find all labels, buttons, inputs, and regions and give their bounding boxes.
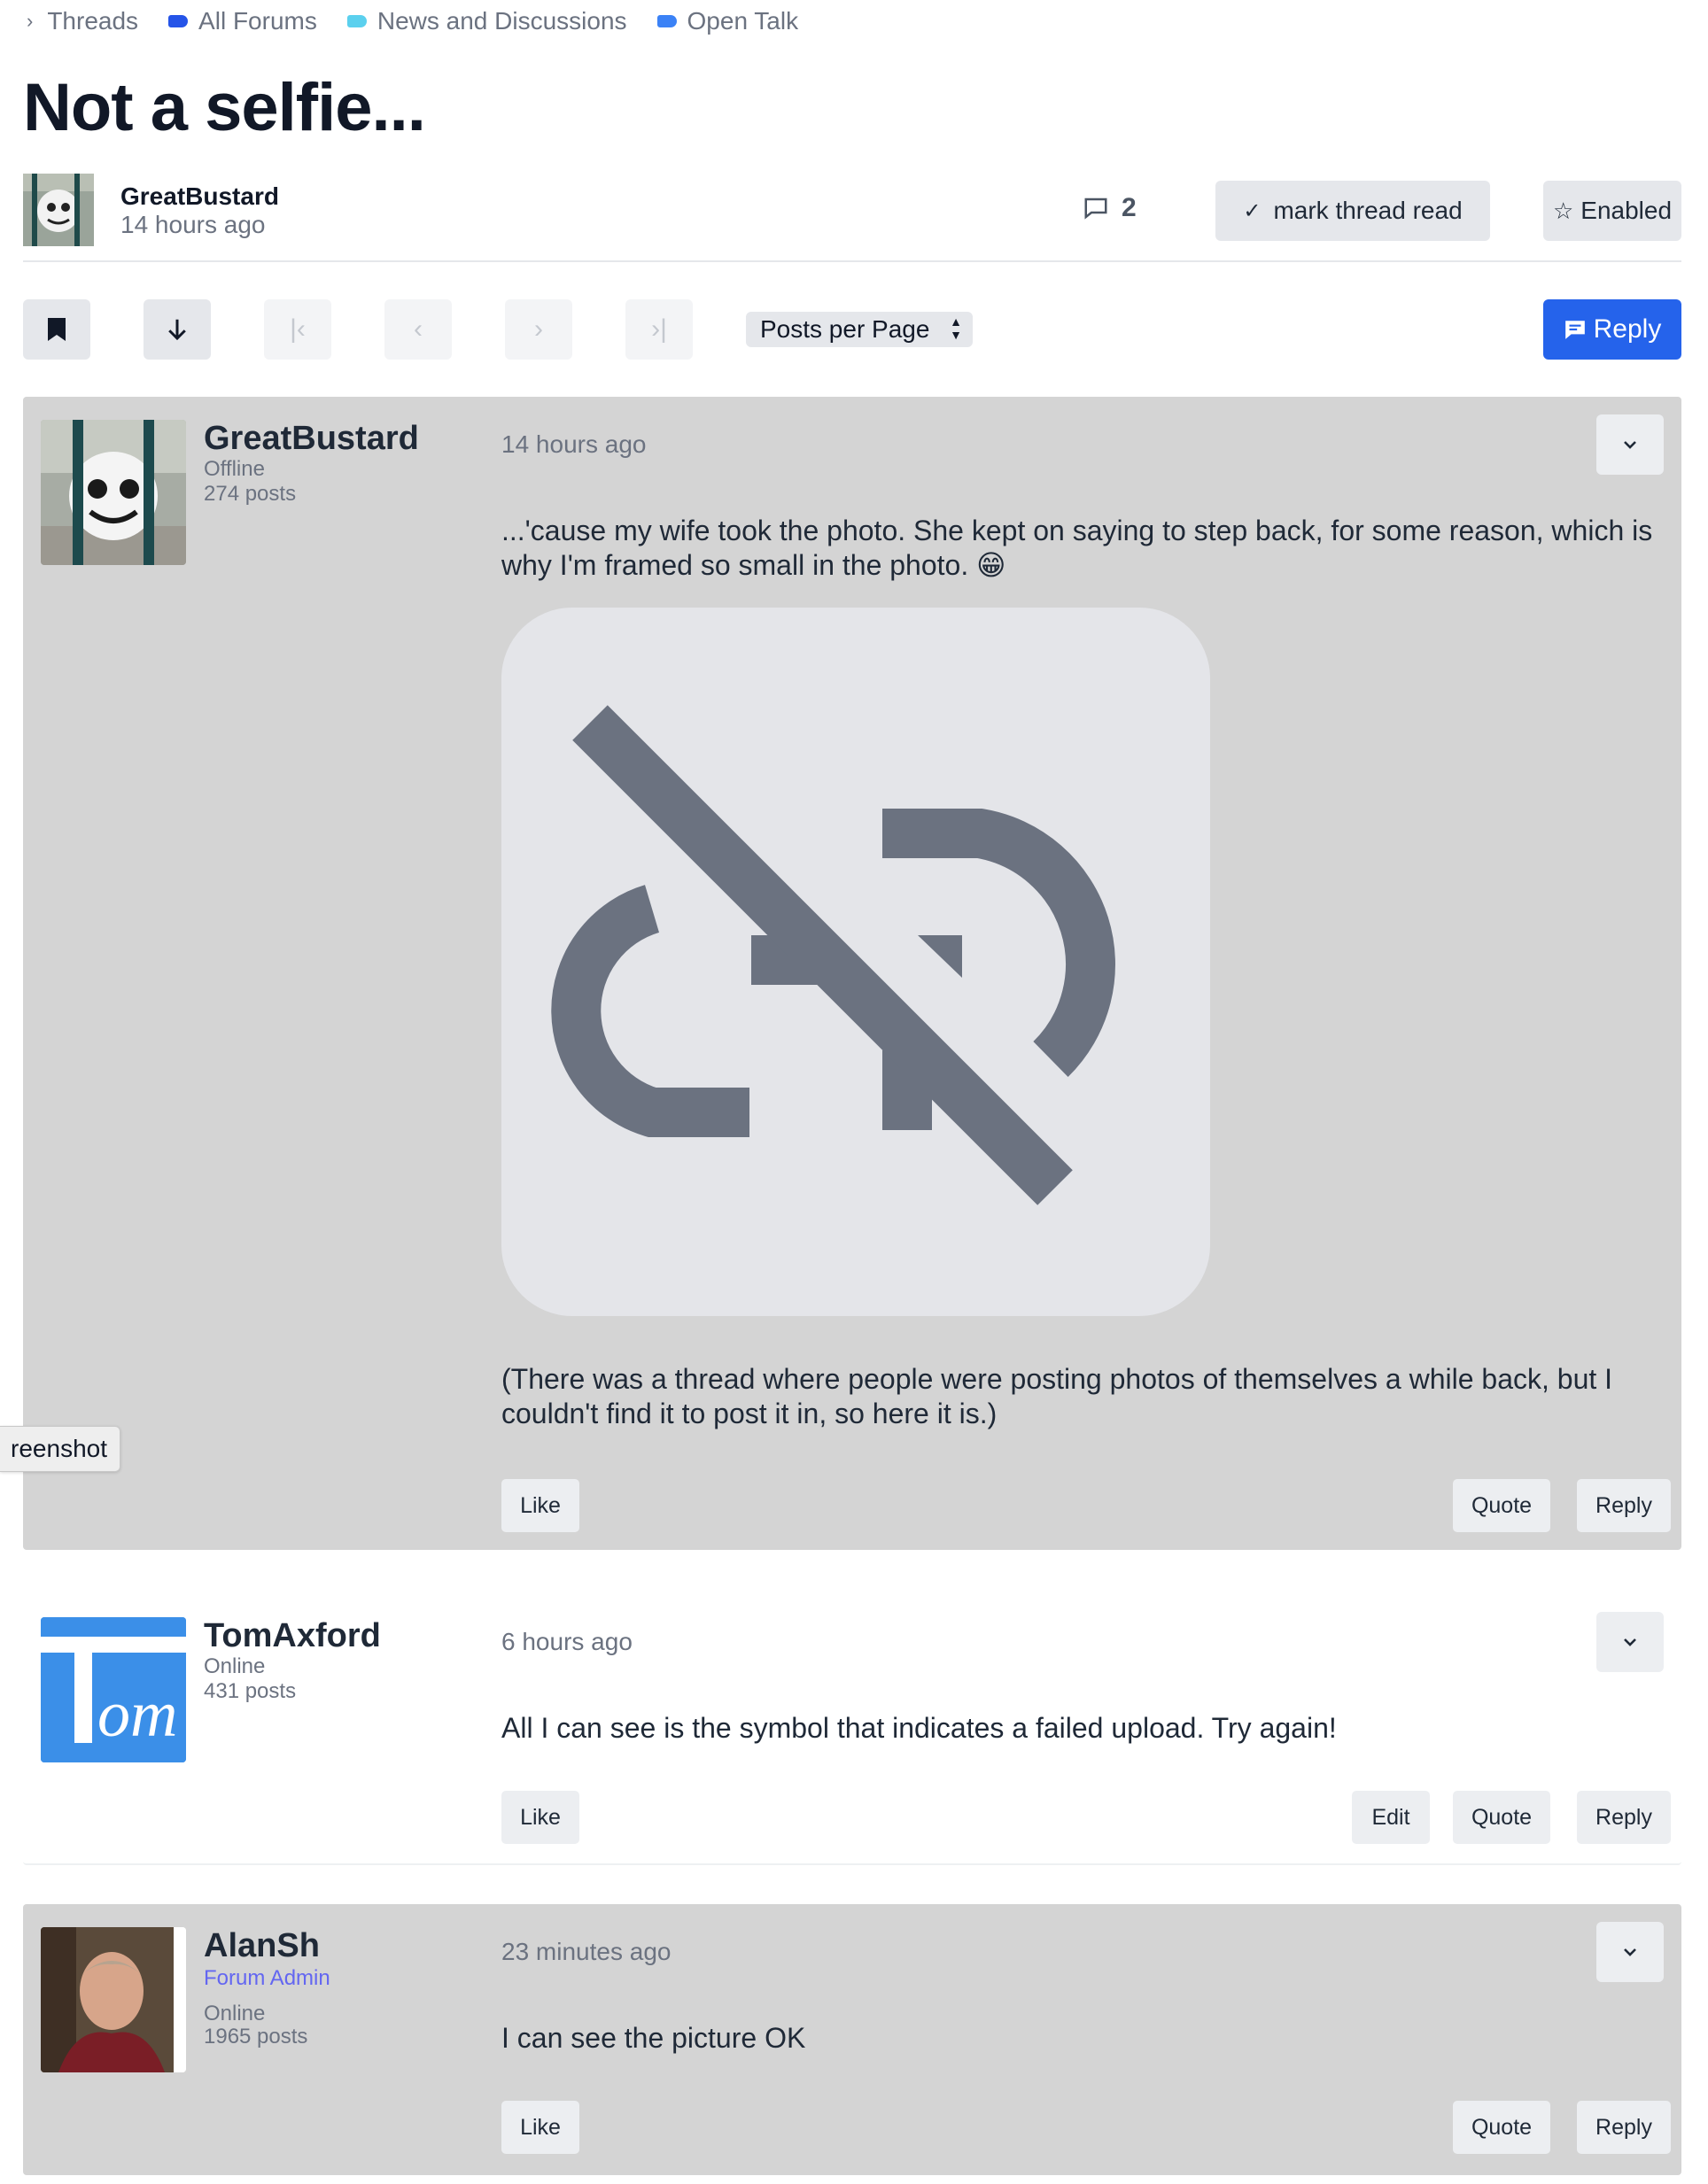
post-author-status: Online [204, 2002, 266, 2025]
breadcrumb-label: Threads [47, 7, 139, 35]
post-menu-button[interactable] [1596, 1612, 1664, 1672]
mark-thread-read-label: mark thread read [1273, 197, 1463, 224]
breadcrumb-open-talk[interactable]: Open Talk [656, 7, 799, 35]
post-time[interactable]: 14 hours ago [501, 430, 646, 459]
select-arrows-icon: ▲ ▼ [950, 314, 962, 342]
post-menu-button[interactable] [1596, 1922, 1664, 1982]
post-time[interactable]: 6 hours ago [501, 1628, 633, 1656]
first-page-icon: |‹ [290, 314, 306, 344]
breadcrumb: › Threads All Forums News and Discussion… [27, 5, 828, 37]
breadcrumb-label: News and Discussions [377, 7, 627, 35]
thread-author[interactable]: GreatBustard [120, 182, 279, 211]
avatar[interactable]: om [41, 1617, 186, 1762]
last-page-icon: ›| [651, 314, 667, 344]
watch-label: Enabled [1580, 197, 1673, 224]
mark-thread-read-button[interactable]: ✓ mark thread read [1215, 181, 1490, 241]
reply-icon [1564, 321, 1585, 339]
comment-icon [1084, 197, 1107, 220]
previous-page-button[interactable]: ‹ [384, 299, 452, 360]
post: om TomAxford Online 431 posts 6 hours ag… [23, 1594, 1681, 1865]
post-body-text: ...'cause my wife took the photo. She ke… [501, 515, 1653, 581]
post-author-role: Forum Admin [204, 1966, 330, 1990]
chevron-right-icon: › [534, 314, 543, 344]
tag-icon [346, 15, 367, 27]
check-icon: ✓ [1243, 198, 1262, 223]
arrow-down-icon [168, 319, 186, 341]
post-reply-button[interactable]: Reply [1577, 1791, 1671, 1844]
posts-per-page-label: Posts per Page [760, 315, 930, 343]
chevron-down-icon [1624, 1638, 1636, 1646]
post-body-text: (There was a thread where people were po… [501, 1363, 1613, 1429]
comment-count-value: 2 [1122, 193, 1137, 222]
breadcrumb-label: All Forums [198, 7, 317, 35]
jump-to-unread-button[interactable] [144, 299, 211, 360]
quote-button[interactable]: Quote [1453, 1479, 1550, 1532]
watch-toggle-button[interactable]: ☆ Enabled [1543, 181, 1681, 241]
bookmark-button[interactable] [23, 299, 90, 360]
post-author-status: Online [204, 1654, 266, 1678]
post: GreatBustard Offline 274 posts 14 hours … [23, 397, 1681, 1550]
post-author[interactable]: TomAxford [204, 1617, 381, 1655]
next-page-button[interactable]: › [505, 299, 572, 360]
broken-image-placeholder [501, 608, 1210, 1316]
posts-per-page-select[interactable]: Posts per Page ▲ ▼ [746, 312, 973, 347]
like-button[interactable]: Like [501, 1479, 579, 1532]
tag-icon [656, 15, 677, 27]
post-author[interactable]: GreatBustard [204, 420, 419, 458]
post-body-text: I can see the picture OK [501, 2022, 806, 2054]
broken-link-icon [551, 705, 1115, 1205]
avatar[interactable] [41, 1927, 186, 2072]
quote-button[interactable]: Quote [1453, 1791, 1550, 1844]
first-page-button[interactable]: |‹ [264, 299, 331, 360]
breadcrumb-threads[interactable]: › Threads [27, 7, 138, 35]
post: AlanSh Forum Admin Online 1965 posts 23 … [23, 1904, 1681, 2175]
breadcrumb-news-and-discussions[interactable]: News and Discussions [346, 7, 627, 35]
chevron-left-icon: ‹ [414, 314, 423, 344]
post-time[interactable]: 23 minutes ago [501, 1938, 671, 1966]
avatar[interactable] [41, 420, 186, 565]
chevron-right-icon: › [27, 10, 34, 32]
quote-button[interactable]: Quote [1453, 2101, 1550, 2154]
post-author-count: 431 posts [204, 1679, 297, 1703]
bookmark-icon [48, 318, 66, 341]
breadcrumb-all-forums[interactable]: All Forums [168, 7, 317, 35]
reply-label: Reply [1593, 314, 1662, 344]
comment-count: 2 [1083, 193, 1137, 223]
post-author-count: 274 posts [204, 482, 297, 506]
tag-icon [168, 15, 189, 27]
post-author-status: Offline [204, 457, 265, 481]
post-body-text: All I can see is the symbol that indicat… [501, 1712, 1337, 1744]
post-reply-button[interactable]: Reply [1577, 1479, 1671, 1532]
screenshot-tooltip[interactable]: reenshot [0, 1426, 120, 1472]
post-menu-button[interactable] [1596, 414, 1664, 475]
thread-time: 14 hours ago [120, 211, 266, 238]
post-author-count: 1965 posts [204, 2025, 308, 2048]
avatar[interactable] [23, 174, 94, 246]
like-button[interactable]: Like [501, 2101, 579, 2154]
post-reply-button[interactable]: Reply [1577, 2101, 1671, 2154]
chevron-down-icon [1624, 441, 1636, 449]
post-author[interactable]: AlanSh [204, 1927, 320, 1965]
reply-button[interactable]: Reply [1543, 299, 1681, 360]
edit-button[interactable]: Edit [1352, 1791, 1430, 1844]
chevron-down-icon [1624, 1948, 1636, 1956]
thread-header: GreatBustard 14 hours ago 2 ✓ mark threa… [23, 174, 1681, 262]
avatar-initials: om [97, 1678, 177, 1751]
breadcrumb-label: Open Talk [687, 7, 799, 35]
last-page-button[interactable]: ›| [625, 299, 693, 360]
page-title: Not a selfie... [23, 70, 426, 145]
like-button[interactable]: Like [501, 1791, 579, 1844]
star-icon: ☆ [1552, 197, 1574, 224]
